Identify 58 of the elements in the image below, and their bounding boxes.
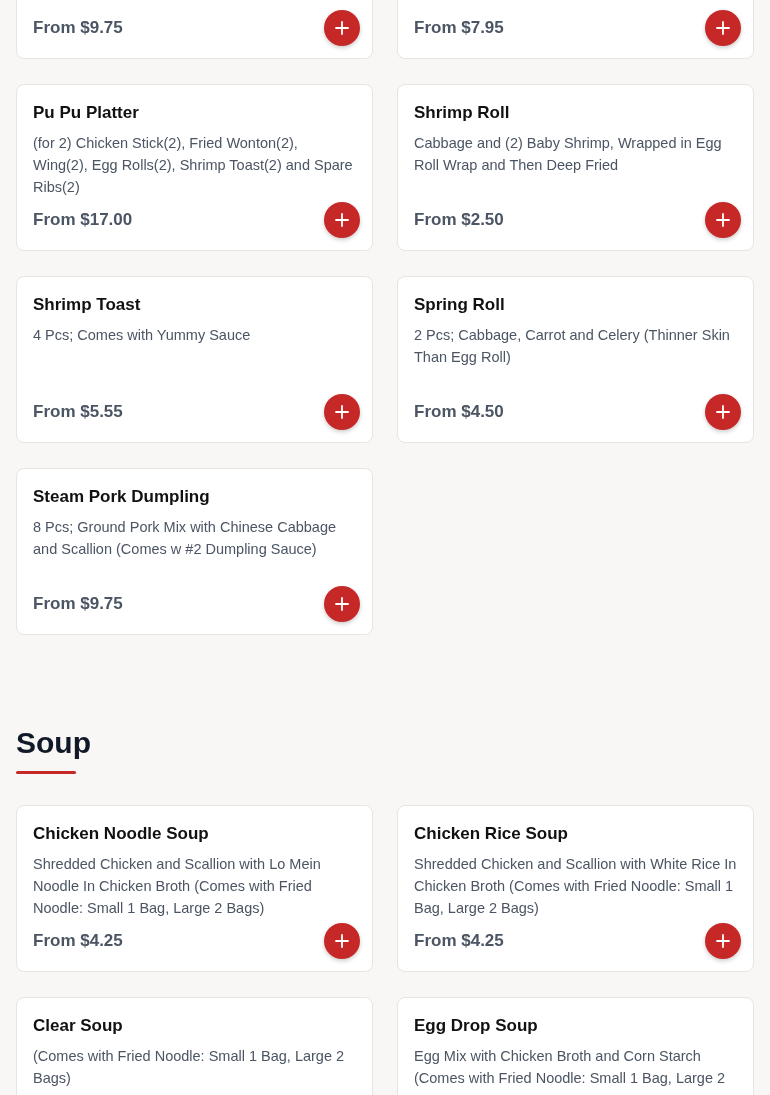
plus-icon (716, 213, 730, 227)
add-button[interactable] (324, 923, 360, 959)
add-button[interactable] (705, 923, 741, 959)
plus-icon (335, 405, 349, 419)
item-price: From $2.50 (414, 210, 504, 230)
item-description: 2 Pcs; Cabbage, Carrot and Celery (Thinner Skin Than Egg Roll) (414, 326, 731, 367)
item-price: From $4.25 (33, 931, 123, 951)
item-description: Egg Mix with Chicken Broth and Corn Starch (Comes with Fried Noodle: Small 1 Bag, Large 2 (414, 1047, 727, 1088)
menu-item-card[interactable]: Chicken Rice Soup Shredded Chicken and Scallion with White Rice In Chicken Broth (Comes with Fried Noodle: Small 1 Bag, Large 2 Bags) From $4.25 (397, 805, 754, 972)
menu-item-card[interactable]: From $9.75 (16, 0, 373, 59)
menu-item-card[interactable]: Spring Roll 2 Pcs; Cabbage, Carrot and Celery (Thinner Skin Than Egg Roll) From $4.50 (397, 276, 754, 443)
plus-icon (335, 597, 349, 611)
menu-item-card[interactable]: Clear Soup (Comes with Fried Noodle: Small 1 Bag, Large 2 Bags) (16, 997, 373, 1095)
item-name: Shrimp Toast (33, 294, 142, 316)
item-name: Chicken Noodle Soup (33, 823, 210, 845)
add-button[interactable] (705, 10, 741, 46)
item-name: Chicken Rice Soup (414, 823, 569, 845)
item-description: Shredded Chicken and Scallion with Lo Mein Noodle In Chicken Broth (Comes with Fried Noodle: Small 1 Bag, Large 2 Bags) (33, 855, 322, 918)
menu-item-card[interactable]: Pu Pu Platter (for 2) Chicken Stick(2), Fried Wonton(2), Wing(2), Egg Rolls(2), Shrimp Toast(2) and Spare Ribs(2) From $17.00 (16, 84, 373, 251)
item-name: Shrimp Roll (414, 102, 511, 124)
section-heading: Soup (16, 725, 92, 761)
menu-item-card[interactable]: Shrimp Toast 4 Pcs; Comes with Yummy Sauce From $5.55 (16, 276, 373, 443)
heading-underline (16, 771, 76, 774)
add-button[interactable] (324, 586, 360, 622)
item-name: Clear Soup (33, 1015, 124, 1037)
plus-icon (716, 405, 730, 419)
plus-icon (335, 21, 349, 35)
item-price: From $5.55 (33, 402, 123, 422)
add-button[interactable] (324, 394, 360, 430)
menu-item-card[interactable]: Steam Pork Dumpling 8 Pcs; Ground Pork Mix with Chinese Cabbage and Scallion (Comes w #2 Dumpling Sauce) From $9.75 (16, 468, 373, 635)
add-button[interactable] (324, 202, 360, 238)
item-description: (for 2) Chicken Stick(2), Fried Wonton(2), Wing(2), Egg Rolls(2), Shrimp Toast(2) and Spare Ribs(2) (33, 134, 354, 197)
item-name: Pu Pu Platter (33, 102, 140, 124)
menu-item-card[interactable]: Chicken Noodle Soup Shredded Chicken and Scallion with Lo Mein Noodle In Chicken Broth (Comes with Fried Noodle: Small 1 Bag, Large 2 Bags) From $4.25 (16, 805, 373, 972)
menu-item-card[interactable]: Egg Drop Soup Egg Mix with Chicken Broth and Corn Starch (Comes with Fried Noodle: Small 1 Bag, Large 2 (397, 997, 754, 1095)
plus-icon (335, 213, 349, 227)
item-description: Shredded Chicken and Scallion with White Rice In Chicken Broth (Comes with Fried Noodle: Small 1 Bag, Large 2 Bags) (414, 855, 738, 918)
item-price: From $7.95 (414, 18, 504, 38)
plus-icon (716, 21, 730, 35)
item-description: (Comes with Fried Noodle: Small 1 Bag, Large 2 Bags) (33, 1047, 346, 1088)
menu-item-card[interactable]: Shrimp Roll Cabbage and (2) Baby Shrimp, Wrapped in Egg Roll Wrap and Then Deep Fried From $2.50 (397, 84, 754, 251)
plus-icon (335, 934, 349, 948)
item-name: Steam Pork Dumpling (33, 486, 211, 508)
item-description: 4 Pcs; Comes with Yummy Sauce (33, 326, 252, 345)
item-price: From $4.50 (414, 402, 504, 422)
item-price: From $17.00 (33, 210, 133, 230)
item-name: Egg Drop Soup (414, 1015, 539, 1037)
item-price: From $9.75 (33, 594, 123, 614)
plus-icon (716, 934, 730, 948)
item-price: From $9.75 (33, 18, 123, 38)
item-price: From $4.25 (414, 931, 504, 951)
menu-item-card[interactable]: From $7.95 (397, 0, 754, 59)
item-name: Spring Roll (414, 294, 506, 316)
add-button[interactable] (705, 202, 741, 238)
add-button[interactable] (705, 394, 741, 430)
item-description: Cabbage and (2) Baby Shrimp, Wrapped in Egg Roll Wrap and Then Deep Fried (414, 134, 723, 175)
add-button[interactable] (324, 10, 360, 46)
item-description: 8 Pcs; Ground Pork Mix with Chinese Cabbage and Scallion (Comes w #2 Dumpling Sauce) (33, 518, 338, 559)
